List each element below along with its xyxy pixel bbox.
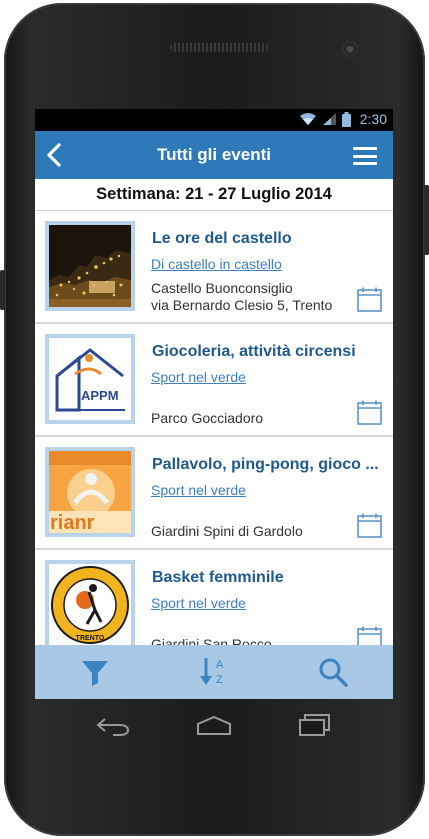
- sort-letter-a: A: [216, 659, 224, 671]
- event-title: Pallavolo, ping-pong, gioco ...: [152, 456, 379, 473]
- speaker-grille: [170, 43, 268, 52]
- castle-night-photo: [49, 225, 131, 307]
- event-title: Basket femminile: [152, 569, 284, 586]
- filter-icon: [81, 661, 108, 686]
- event-title: Le ore del castello: [152, 230, 292, 247]
- app-screen: 2:30 Tutti gli eventi Settimana: 21 - 27…: [35, 109, 393, 699]
- event-location: Parco Gocciadoro: [151, 410, 264, 426]
- event-thumbnail: [45, 221, 135, 311]
- status-bar: 2:30: [35, 109, 393, 131]
- event-item[interactable]: Le ore del castello Di castello in caste…: [35, 211, 393, 324]
- week-range: Settimana: 21 - 27 Luglio 2014: [35, 179, 393, 211]
- filter-button[interactable]: [75, 652, 115, 692]
- calendar-icon[interactable]: [357, 400, 382, 425]
- event-item[interactable]: rianr Pallavolo, ping-pong, gioco ... Sp…: [35, 437, 393, 550]
- belvedere-basket-logo: TRENTO: [49, 564, 131, 646]
- event-thumbnail: TRENTO: [45, 560, 135, 650]
- front-camera: [342, 41, 358, 57]
- event-location: Castello Buonconsiglio via Bernardo Cles…: [151, 280, 333, 313]
- calendar-icon[interactable]: [357, 287, 382, 312]
- event-category-link[interactable]: Di castello in castello: [151, 256, 282, 272]
- home-key-icon[interactable]: [196, 714, 232, 736]
- calendar-icon[interactable]: [357, 513, 382, 538]
- sort-letter-z: Z: [216, 674, 223, 686]
- sort-az-button[interactable]: A Z: [194, 652, 234, 692]
- signal-icon: [322, 113, 336, 125]
- app-header: Tutti gli eventi: [35, 131, 393, 179]
- event-list[interactable]: Le ore del castello Di castello in caste…: [35, 211, 393, 699]
- page-title: Tutti gli eventi: [157, 145, 271, 164]
- appm-logo-text: APPM: [81, 388, 119, 403]
- sort-az-icon: A Z: [199, 658, 224, 686]
- event-title: Giocoleria, attività circensi: [152, 343, 356, 360]
- back-key-icon[interactable]: [95, 715, 131, 737]
- event-category-link[interactable]: Sport nel verde: [151, 482, 246, 498]
- status-time: 2:30: [359, 111, 387, 127]
- battery-icon: [341, 111, 351, 127]
- bottom-toolbar: A Z: [35, 645, 393, 699]
- event-item[interactable]: APPM Giocoleria, attività circensi Sport…: [35, 324, 393, 437]
- hamburger-menu-icon[interactable]: [353, 147, 377, 165]
- event-category-link[interactable]: Sport nel verde: [151, 595, 246, 611]
- appm-logo: APPM: [49, 338, 131, 420]
- system-navigation-bar: [35, 705, 393, 747]
- wifi-icon: [299, 113, 316, 125]
- belvedere-logo-text: TRENTO: [76, 635, 105, 642]
- event-category-link[interactable]: Sport nel verde: [151, 369, 246, 385]
- search-button[interactable]: [313, 652, 353, 692]
- cooperativa-logo-text: rianr: [50, 512, 95, 533]
- cooperativa-logo: rianr: [49, 451, 131, 533]
- recent-apps-key-icon[interactable]: [297, 714, 333, 736]
- event-thumbnail: rianr: [45, 447, 135, 537]
- power-button: [424, 185, 429, 255]
- volume-button: [0, 270, 5, 310]
- search-icon: [319, 658, 349, 687]
- event-thumbnail: APPM: [45, 334, 135, 424]
- event-location: Giardini Spini di Gardolo: [151, 523, 303, 539]
